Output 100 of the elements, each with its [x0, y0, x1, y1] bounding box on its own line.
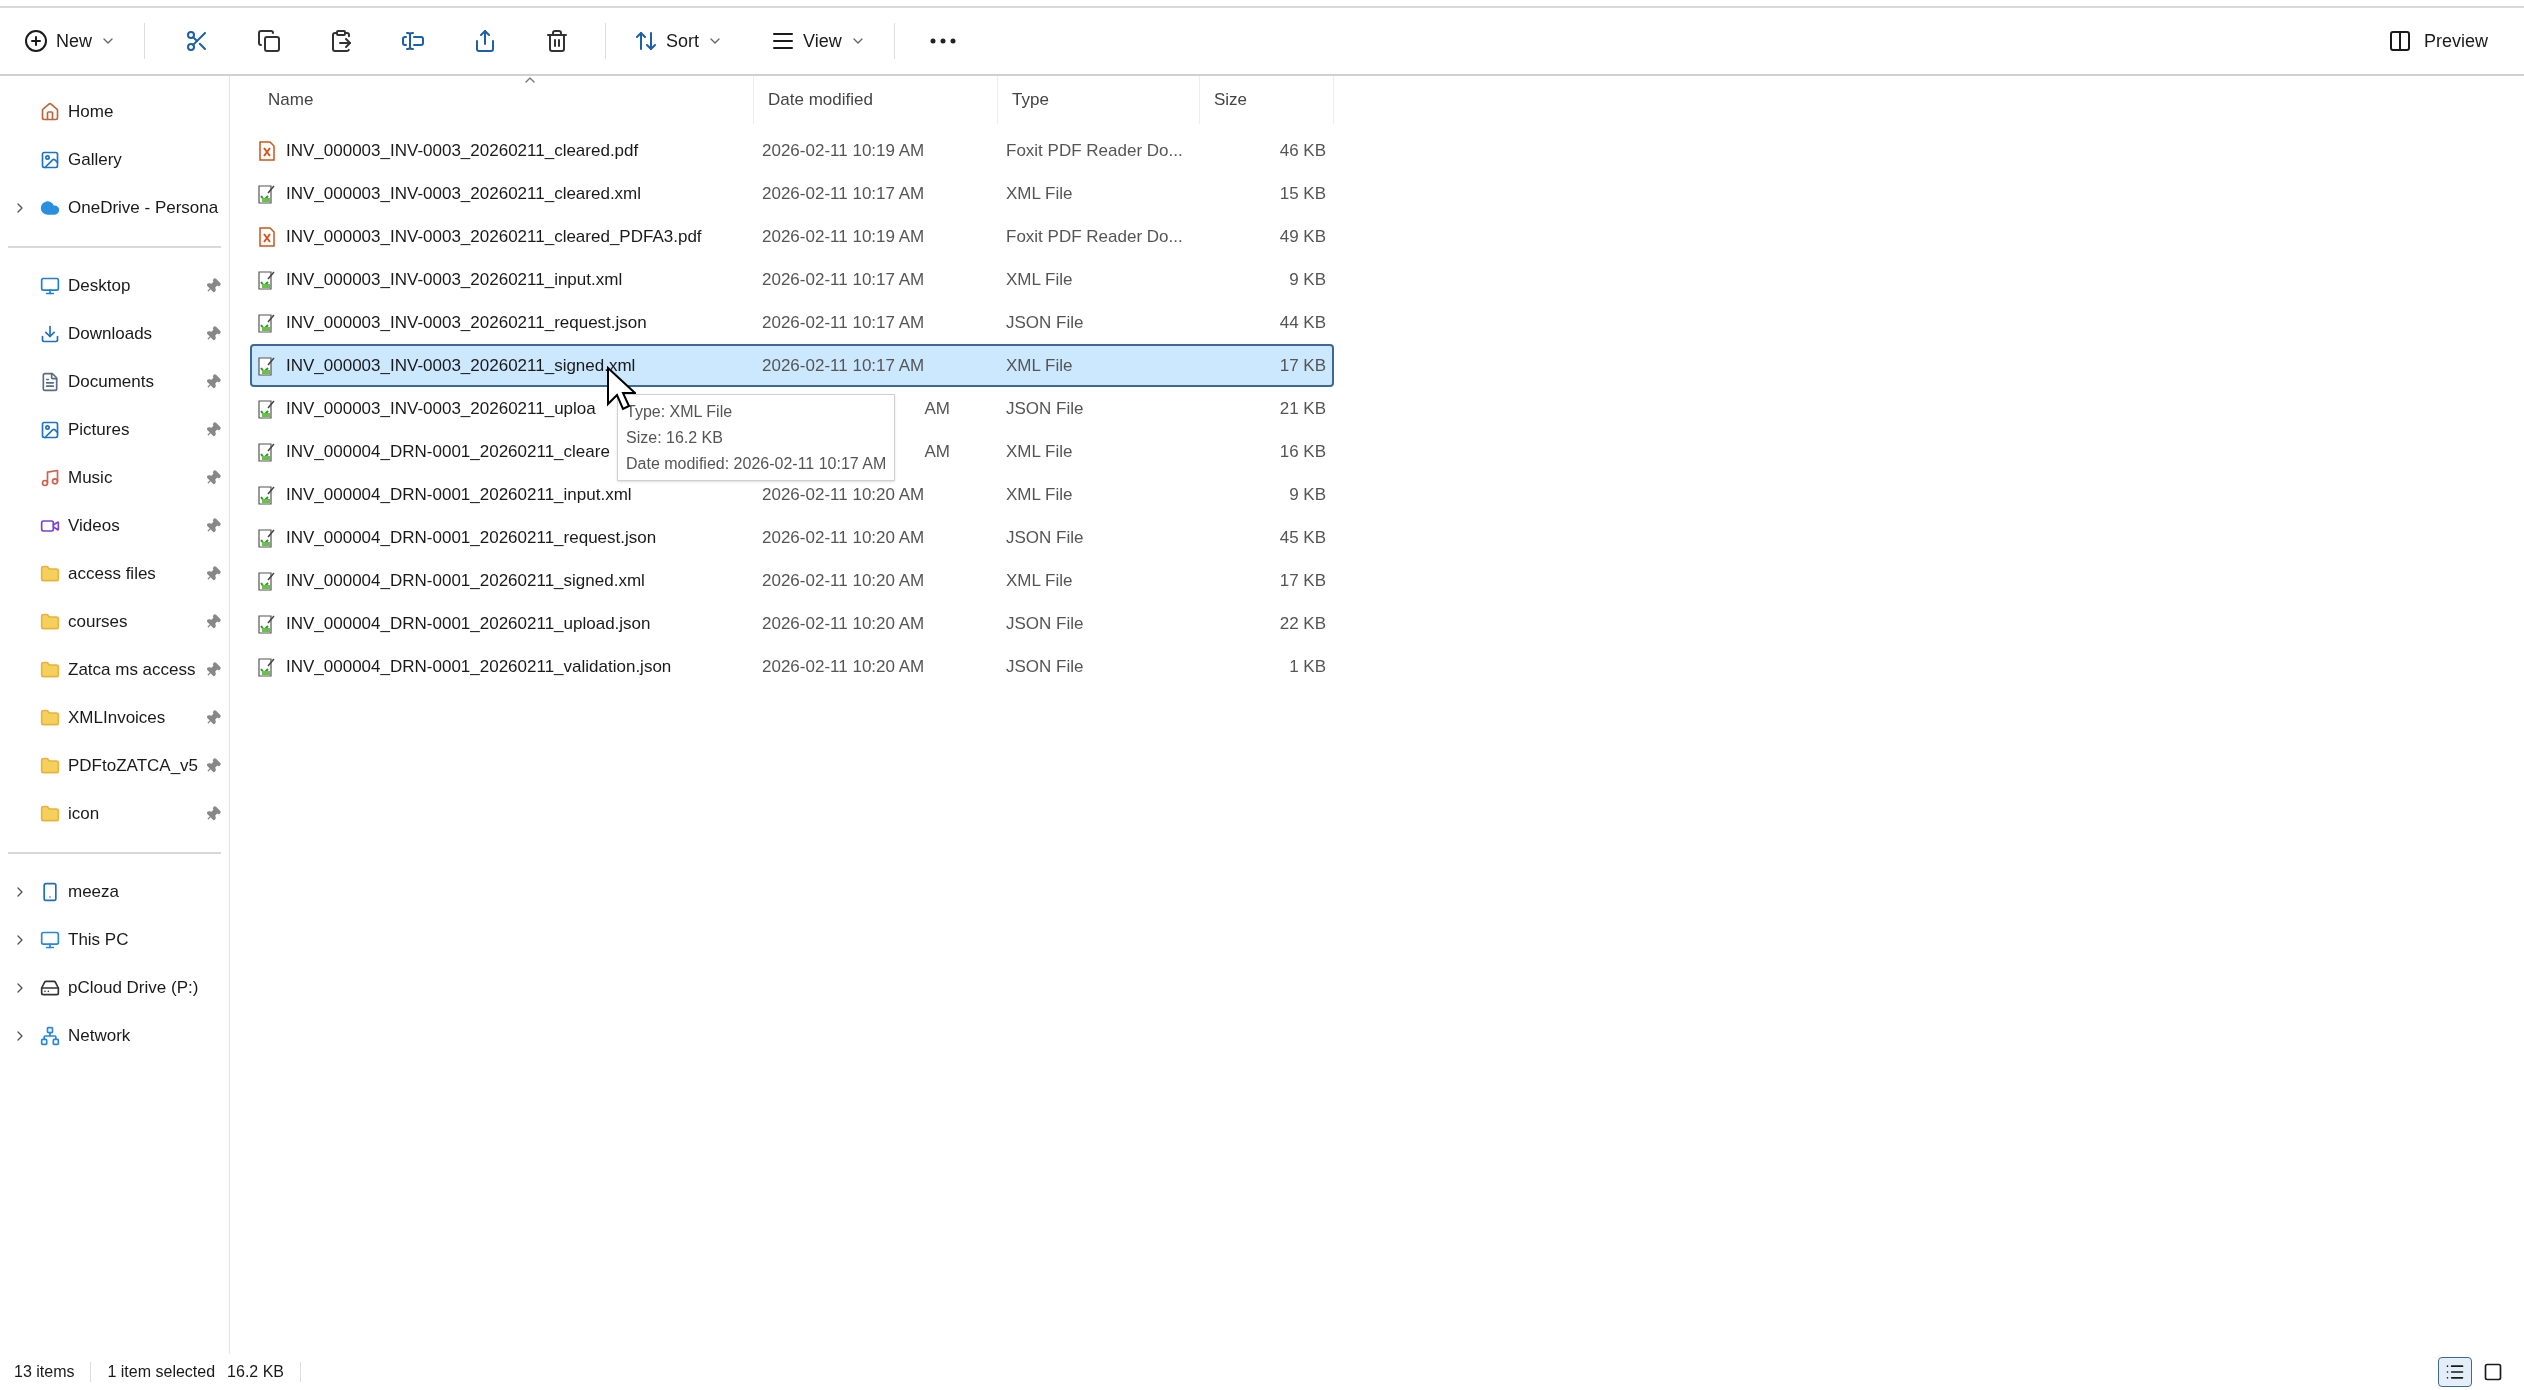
folder-icon — [40, 756, 60, 776]
date-cell-text: 2026-02-11 10:19 AM — [762, 225, 925, 248]
date-cell-text: AM — [924, 440, 950, 463]
type-cell-text: XML File — [1005, 483, 1074, 506]
document-icon — [258, 613, 276, 634]
size-cell-text: 9 KB — [1288, 483, 1326, 506]
phone-icon — [40, 882, 60, 902]
column-header[interactable]: Size — [1200, 76, 1334, 124]
column-header[interactable]: Date modified — [754, 76, 998, 124]
type-cell-text: XML File — [1005, 440, 1074, 463]
network-icon — [40, 1026, 60, 1046]
size-cell-text: 1 KB — [1288, 655, 1326, 678]
folder-icon — [40, 708, 60, 728]
selected-file-row[interactable]: INV_000003_INV-0003_20260211_signed.xml 2026-02-11 10:17 AM XML File 17 KB — [250, 344, 1334, 387]
nav-item[interactable]: access files — [0, 550, 229, 598]
file-name[interactable]: INV_000003_INV-0003_20260211_cleared_PDFA3.pdf — [286, 223, 702, 250]
file-name[interactable]: INV_000004_DRN-0001_20260211_validation.json — [286, 653, 672, 680]
nav-item[interactable]: Music — [0, 454, 229, 502]
nav-item[interactable]: Home — [0, 88, 229, 136]
nav-item[interactable]: Desktop — [0, 262, 229, 310]
date-cell-text: 2026-02-11 10:17 AM — [762, 268, 925, 291]
share-icon — [473, 29, 497, 53]
document-icon — [258, 312, 276, 333]
nav-item[interactable]: Network — [0, 1012, 229, 1060]
document-icon — [258, 398, 276, 419]
file-name[interactable]: INV_000004_DRN-0001_20260211_upload.json — [286, 610, 651, 637]
file-name[interactable]: INV_000004_DRN-0001_20260211_request.json — [286, 524, 657, 551]
file-name[interactable]: INV_000003_INV-0003_20260211_input.xml — [286, 266, 623, 293]
type-cell-text: JSON File — [1005, 655, 1085, 678]
tiles-icon — [2483, 1362, 2503, 1382]
preview-button[interactable]: Preview — [2375, 16, 2500, 66]
nav-item[interactable]: OneDrive - Persona — [0, 184, 229, 232]
selection-size: 16.2 KB — [227, 1362, 284, 1382]
type-cell-text: JSON File — [1005, 311, 1085, 334]
nav-item[interactable]: Pictures — [0, 406, 229, 454]
file-name[interactable]: INV_000003_INV-0003_20260211_uploa — [286, 395, 596, 422]
document-icon — [258, 527, 276, 548]
size-cell-text: 46 KB — [1278, 139, 1326, 162]
nav-item[interactable]: meeza — [0, 868, 229, 916]
nav-item[interactable]: pCloud Drive (P:) — [0, 964, 229, 1012]
new-button[interactable]: New — [12, 16, 128, 66]
computer-icon — [40, 930, 60, 950]
file-name[interactable]: INV_000003_INV-0003_20260211_request.json — [286, 309, 647, 336]
view-button[interactable]: View — [755, 16, 882, 66]
date-cell-text: AM — [924, 397, 950, 420]
drive-icon — [40, 978, 60, 998]
copy-icon — [257, 29, 281, 53]
rename-icon — [401, 29, 425, 53]
nav-item[interactable]: This PC — [0, 916, 229, 964]
type-cell-text: JSON File — [1005, 526, 1085, 549]
type-cell-text: XML File — [1005, 569, 1074, 592]
document-icon — [258, 183, 276, 204]
column-header[interactable]: Type — [998, 76, 1200, 124]
sort-icon — [634, 29, 658, 53]
nav-item[interactable]: XMLInvoices — [0, 694, 229, 742]
nav-item[interactable]: Downloads — [0, 310, 229, 358]
download-icon — [40, 324, 60, 344]
size-cell-text: 17 KB — [1278, 569, 1326, 592]
file-name[interactable]: INV_000004_DRN-0001_20260211_cleare — [286, 438, 610, 465]
folder-icon — [40, 804, 60, 824]
nav-item[interactable]: Zatca ms access — [0, 646, 229, 694]
size-cell-text: 22 KB — [1278, 612, 1326, 635]
date-cell-text: 2026-02-11 10:17 AM — [762, 182, 925, 205]
type-cell-text: Foxit PDF Reader Do... — [1005, 225, 1184, 248]
paste-icon — [329, 29, 353, 53]
nav-item[interactable]: courses — [0, 598, 229, 646]
date-cell-text: 2026-02-11 10:20 AM — [762, 569, 925, 592]
nav-item[interactable]: Gallery — [0, 136, 229, 184]
desktop-icon — [40, 276, 60, 296]
file-name[interactable]: INV_000003_INV-0003_20260211_cleared.pdf — [286, 137, 639, 164]
date-cell-text: 2026-02-11 10:17 AM — [762, 311, 925, 334]
home-icon — [40, 102, 60, 122]
size-cell-text: 49 KB — [1278, 225, 1326, 248]
column-header[interactable]: Name — [250, 76, 754, 124]
size-cell-text: 45 KB — [1278, 526, 1326, 549]
nav-item[interactable]: Videos — [0, 502, 229, 550]
date-cell-text: 2026-02-11 10:20 AM — [762, 526, 925, 549]
document-icon — [40, 372, 60, 392]
type-cell-text: JSON File — [1005, 612, 1085, 635]
plus-icon — [24, 29, 48, 53]
file-name[interactable]: INV_000003_INV-0003_20260211_cleared.xml — [286, 180, 642, 207]
nav-item[interactable]: icon — [0, 790, 229, 838]
selection-count: 1 item selected — [107, 1362, 216, 1382]
type-cell-text: Foxit PDF Reader Do... — [1005, 139, 1184, 162]
view-toggle[interactable] — [2438, 1357, 2472, 1387]
cloud-icon — [40, 198, 60, 218]
document-icon — [258, 484, 276, 505]
tooltip-line: Date modified: 2026-02-11 10:17 AM — [626, 454, 887, 474]
more-icon — [929, 38, 956, 44]
file-name[interactable]: INV_000004_DRN-0001_20260211_input.xml — [286, 481, 632, 508]
nav-item[interactable]: PDFtoZATCA_v5 — [0, 742, 229, 790]
nav-item[interactable]: Documents — [0, 358, 229, 406]
file-name[interactable]: INV_000003_INV-0003_20260211_signed.xml — [286, 352, 636, 379]
date-cell-text: 2026-02-11 10:19 AM — [762, 139, 925, 162]
sort-button[interactable]: Sort — [618, 16, 740, 66]
folder-icon — [40, 612, 60, 632]
file-name[interactable]: INV_000004_DRN-0001_20260211_signed.xml — [286, 567, 645, 594]
document-icon — [258, 355, 276, 376]
date-cell-text: 2026-02-11 10:20 AM — [762, 483, 925, 506]
details-icon — [2445, 1362, 2465, 1382]
